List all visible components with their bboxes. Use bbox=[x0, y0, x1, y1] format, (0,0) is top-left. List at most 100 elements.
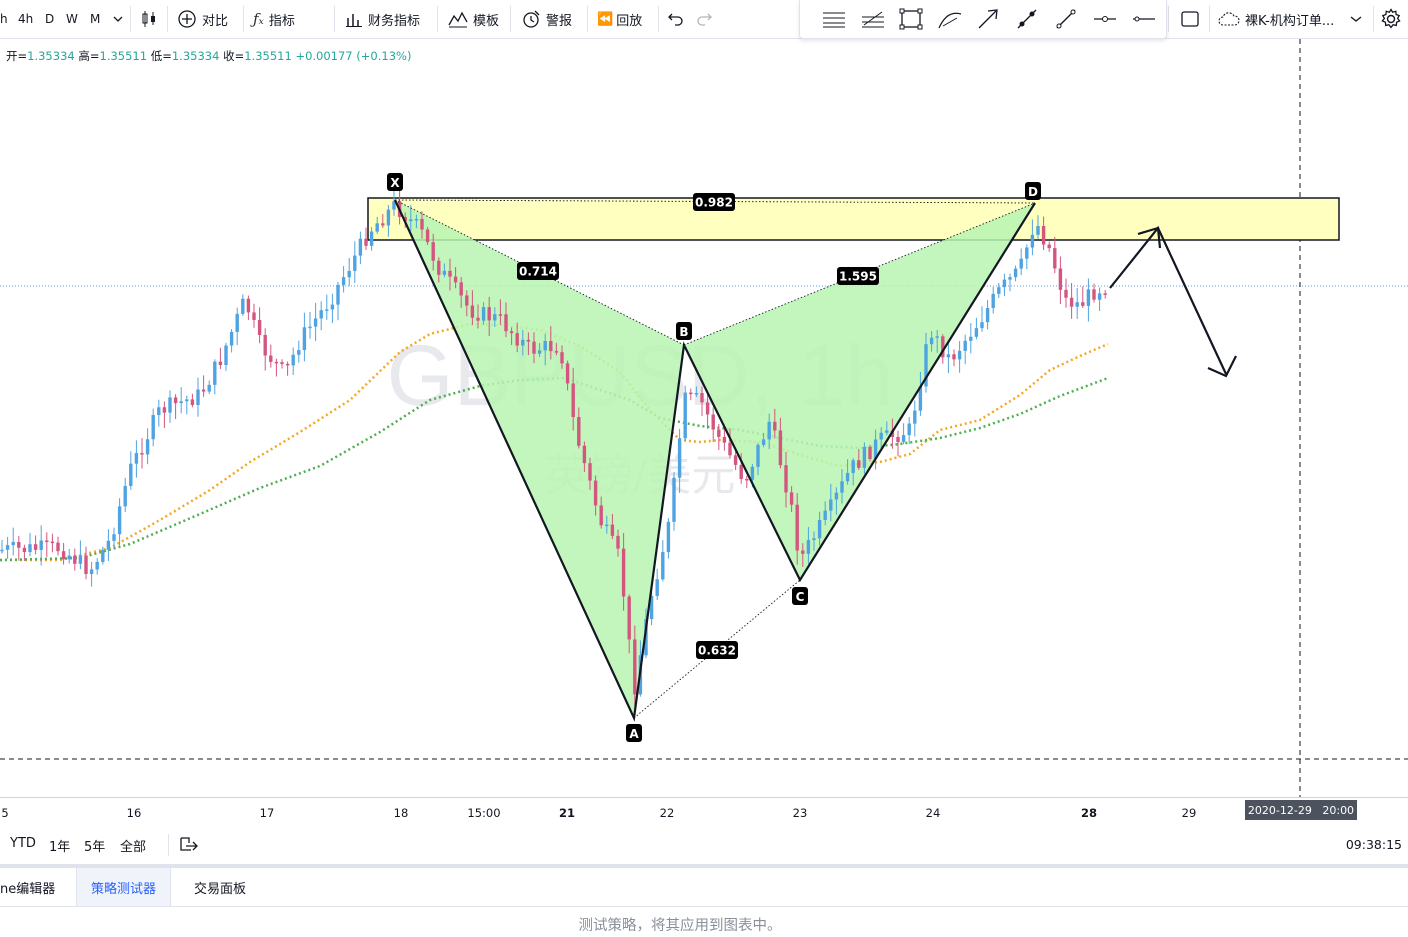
candle-body bbox=[857, 460, 861, 468]
curve-icon bbox=[938, 12, 962, 29]
goto-date-button[interactable] bbox=[179, 835, 199, 857]
horizontal-lines-tool[interactable] bbox=[818, 3, 850, 35]
go-to-date-icon bbox=[180, 837, 198, 851]
range-ytd[interactable]: YTD bbox=[10, 836, 36, 851]
arrow-icon bbox=[978, 9, 998, 29]
time-label: 23 bbox=[792, 806, 808, 820]
ratio-label-xb: 0.714 bbox=[517, 262, 559, 280]
candle-body bbox=[1030, 234, 1035, 248]
range-1y[interactable]: 1年 bbox=[49, 836, 70, 855]
candle-body bbox=[633, 639, 637, 695]
ray-icon bbox=[1056, 9, 1076, 29]
timeframe-d[interactable]: D bbox=[45, 0, 54, 38]
curve-tool[interactable] bbox=[934, 3, 966, 35]
candle-body bbox=[778, 430, 783, 466]
time-axis[interactable]: 5 16 17 18 15:00 21 22 23 24 28 29 bbox=[0, 797, 1408, 826]
candle-body bbox=[386, 209, 391, 226]
timeframe-m[interactable]: M bbox=[90, 0, 100, 38]
candle-body bbox=[969, 336, 973, 341]
horizontal-line-tool[interactable] bbox=[1128, 3, 1160, 35]
chevron-down-icon bbox=[1350, 16, 1362, 22]
candle-body bbox=[565, 363, 570, 384]
candle-body bbox=[341, 277, 346, 285]
fib-channel-tool[interactable] bbox=[857, 3, 889, 35]
candle-body bbox=[761, 439, 766, 445]
chart-type-button[interactable] bbox=[140, 0, 158, 38]
candle-body bbox=[1064, 289, 1068, 298]
indicators-button[interactable]: ƒₓ 指标 bbox=[253, 0, 295, 38]
tab-strategy-tester[interactable]: 策略测试器 bbox=[76, 868, 172, 906]
candle-body bbox=[616, 535, 620, 549]
range-bar: YTD 1年 5年 全部 09:38:15 bbox=[0, 826, 1408, 864]
ratio-label-ac: 0.632 bbox=[696, 641, 738, 659]
redo-button[interactable] bbox=[696, 0, 712, 38]
timeframe-dropdown[interactable] bbox=[113, 0, 123, 38]
price-chart[interactable]: GBPUSD, 1h 英镑/美元 0.982 0.714 1.595 0.632… bbox=[0, 39, 1408, 797]
candle-body bbox=[173, 397, 178, 404]
candle-body bbox=[868, 446, 872, 459]
candle-body bbox=[252, 312, 256, 320]
timeframe-w[interactable]: W bbox=[66, 0, 78, 38]
trend-line-tool[interactable] bbox=[1011, 3, 1043, 35]
candle-body bbox=[997, 287, 1001, 294]
time-label: 18 bbox=[393, 806, 409, 820]
candle-body bbox=[554, 351, 559, 353]
range-5y[interactable]: 5年 bbox=[84, 836, 105, 855]
timeframe-h[interactable]: h bbox=[0, 0, 8, 38]
alert-button[interactable]: 警报 bbox=[521, 0, 572, 38]
redo-icon bbox=[697, 13, 712, 26]
candle-body bbox=[504, 314, 508, 332]
projection-arrows[interactable] bbox=[1109, 225, 1237, 378]
templates-button[interactable]: 模板 bbox=[448, 0, 499, 38]
candle-body bbox=[532, 341, 536, 354]
replay-button[interactable]: ⏪ 回放 bbox=[597, 0, 642, 38]
undo-button[interactable] bbox=[668, 0, 684, 38]
candle-body bbox=[806, 540, 811, 554]
timeframe-4h[interactable]: 4h bbox=[18, 0, 33, 38]
candle-body bbox=[33, 544, 38, 550]
point-label-d: D bbox=[1025, 182, 1041, 200]
candle-body bbox=[745, 478, 749, 481]
candle-body bbox=[162, 407, 167, 413]
range-all[interactable]: 全部 bbox=[120, 836, 146, 855]
candle-body bbox=[655, 579, 659, 596]
candle-body bbox=[957, 350, 962, 360]
candle-body bbox=[767, 421, 771, 440]
candle-body bbox=[829, 499, 833, 511]
candle-body bbox=[73, 555, 77, 564]
candle-body bbox=[224, 345, 228, 365]
candle-body bbox=[431, 242, 435, 261]
tab-pine-editor[interactable]: ne编辑器 bbox=[0, 868, 69, 906]
ray-tool[interactable] bbox=[1050, 3, 1082, 35]
horizontal-lines-icon bbox=[823, 12, 845, 28]
candle-body bbox=[812, 538, 816, 541]
pattern-triangle-bcd bbox=[684, 203, 1035, 580]
rectangle-icon bbox=[899, 8, 923, 30]
candle-body bbox=[241, 298, 245, 314]
time-label: 5 bbox=[1, 806, 9, 820]
resistance-zone[interactable] bbox=[367, 197, 1340, 241]
candle-body bbox=[493, 314, 497, 321]
settings-button[interactable] bbox=[1380, 0, 1402, 38]
candle-body bbox=[974, 328, 979, 337]
candle-body bbox=[862, 446, 867, 468]
bar-chart-icon bbox=[346, 14, 362, 27]
rectangle-tool[interactable] bbox=[895, 3, 927, 35]
point-label-b: B bbox=[676, 322, 692, 340]
rectangle-tool-button[interactable] bbox=[1180, 0, 1200, 38]
layout-menu-button[interactable]: 裸K-机构订单... bbox=[1217, 0, 1362, 38]
candle-body bbox=[448, 270, 452, 277]
clock[interactable]: 09:38:15 bbox=[1346, 837, 1402, 852]
tab-trading-panel[interactable]: 交易面板 bbox=[180, 868, 260, 906]
candle-body bbox=[694, 393, 699, 395]
replay-label: 回放 bbox=[616, 13, 643, 29]
candle-body bbox=[269, 355, 273, 362]
compare-button[interactable]: 对比 bbox=[177, 0, 228, 38]
candle-body bbox=[1019, 258, 1023, 269]
candle-body bbox=[414, 218, 419, 221]
financials-button[interactable]: 财务指标 bbox=[345, 0, 420, 38]
candle-body bbox=[672, 477, 676, 522]
arrow-tool[interactable] bbox=[972, 3, 1004, 35]
horizontal-line-icon bbox=[1133, 16, 1155, 22]
horizontal-ray-tool[interactable] bbox=[1089, 3, 1121, 35]
